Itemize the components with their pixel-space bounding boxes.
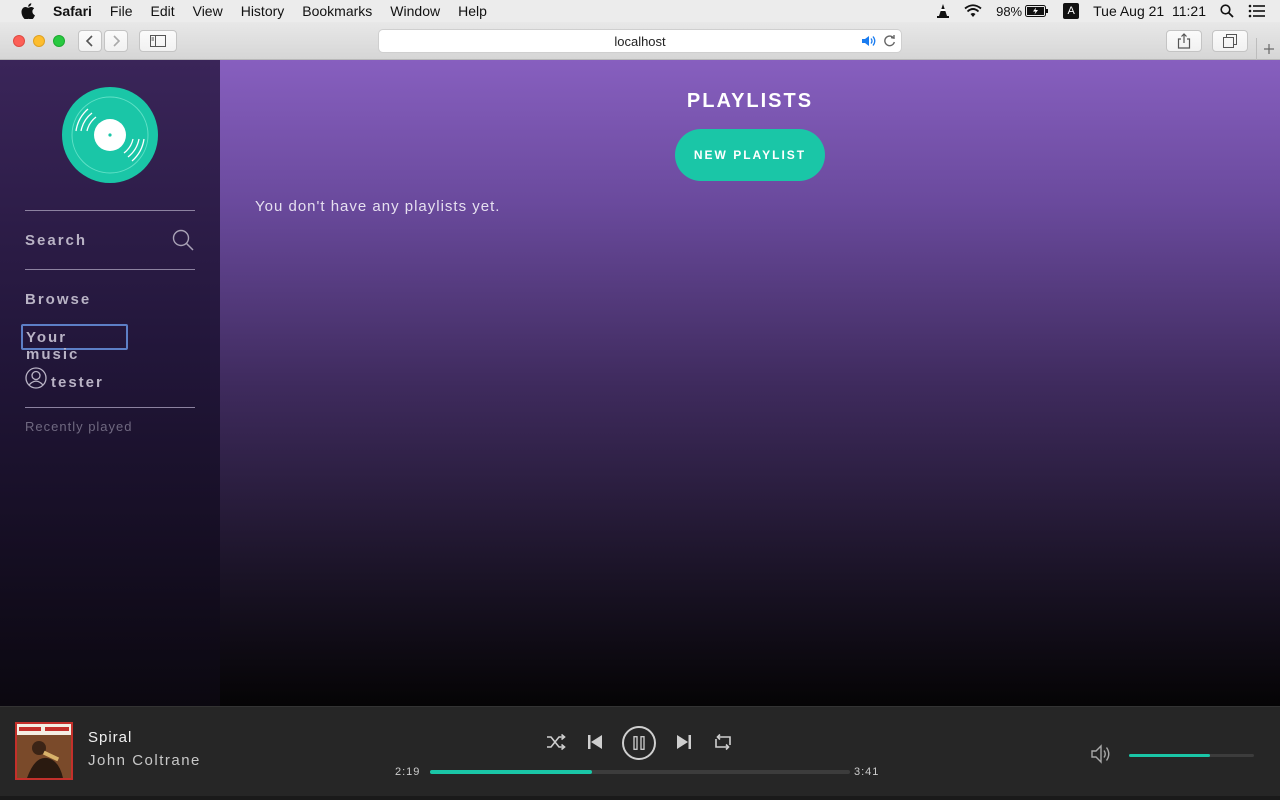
wifi-icon[interactable] [964,4,982,18]
recently-played-heading: Recently played [25,419,133,434]
album-art[interactable] [15,722,73,780]
next-icon [677,735,691,749]
sidebar-divider [25,269,195,270]
battery-icon[interactable] [1025,5,1049,17]
track-artist[interactable]: John Coltrane [88,752,201,769]
back-button[interactable] [78,30,102,52]
share-button[interactable] [1166,30,1202,52]
track-duration: 3:41 [854,766,880,778]
sidebar-divider [25,407,195,408]
nav-your-music[interactable]: Your music [21,324,128,363]
tabs-icon [1223,34,1237,48]
sidebar-search[interactable]: Search [25,228,195,254]
current-time: 2:19 [395,766,421,778]
sidebar: Search Browse Your music tester Recently… [0,60,220,706]
volume-icon[interactable] [1090,743,1114,770]
menu-help[interactable]: Help [458,3,487,19]
sidebar-divider [25,210,195,211]
zoom-window-button[interactable] [53,35,65,47]
empty-playlists-message: You don't have any playlists yet. [255,198,501,215]
repeat-icon [715,733,731,751]
repeat-button[interactable] [712,731,734,753]
vlc-cone-icon[interactable] [936,3,950,19]
progress-fill [430,770,592,774]
input-source-indicator[interactable]: A [1063,3,1080,19]
player-bar: Spiral John Coltrane 2:19 3:41 [0,706,1280,796]
audio-playing-icon[interactable] [861,35,877,50]
menu-file[interactable]: File [110,3,133,19]
menu-bookmarks[interactable]: Bookmarks [302,3,372,19]
minimize-window-button[interactable] [33,35,45,47]
progress-bar[interactable] [430,770,850,774]
shuffle-button[interactable] [545,731,567,753]
sidebar-toggle-button[interactable] [139,30,177,52]
menu-view[interactable]: View [193,3,223,19]
nav-user-profile[interactable]: tester [25,367,104,394]
track-title[interactable]: Spiral [88,729,132,746]
close-window-button[interactable] [13,35,25,47]
chevron-right-icon [113,35,121,47]
next-button[interactable] [674,731,694,753]
pause-icon [633,736,645,750]
previous-icon [588,735,602,749]
macos-menubar: Safari File Edit View History Bookmarks … [0,0,1280,22]
battery-percent: 98% [996,3,1023,19]
spotlight-icon[interactable] [1220,4,1234,18]
user-icon [25,367,47,394]
address-bar[interactable]: localhost [378,29,902,53]
search-icon[interactable] [171,228,195,257]
user-name[interactable]: tester [51,374,104,391]
menu-history[interactable]: History [241,3,285,19]
pause-button[interactable] [622,726,656,760]
page-title: PLAYLISTS [686,90,814,112]
forward-button[interactable] [104,30,128,52]
search-label[interactable]: Search [25,232,87,249]
menubar-clock[interactable]: Tue Aug 21 11:21 [1093,3,1206,19]
vinyl-logo[interactable] [62,87,158,183]
new-playlist-button[interactable]: NEW PLAYLIST [675,129,825,181]
shuffle-icon [547,733,566,751]
apple-icon[interactable] [20,3,36,19]
menu-edit[interactable]: Edit [150,3,174,19]
volume-fill [1129,754,1211,757]
tab-overview-button[interactable] [1212,30,1248,52]
browser-toolbar: localhost [0,22,1280,60]
url-text[interactable]: localhost [614,34,665,49]
plus-icon [1263,44,1274,54]
chevron-left-icon [85,35,93,47]
reload-icon[interactable] [883,34,896,51]
share-icon [1177,33,1191,49]
notification-center-icon[interactable] [1248,4,1266,18]
music-app: Search Browse Your music tester Recently… [0,60,1280,800]
new-tab-button[interactable] [1256,38,1280,60]
menu-window[interactable]: Window [390,3,440,19]
volume-slider[interactable] [1129,754,1254,757]
menu-app-name[interactable]: Safari [53,3,92,19]
main-content: PLAYLISTS NEW PLAYLIST You don't have an… [220,60,1280,706]
sidebar-icon [150,35,166,47]
previous-button[interactable] [585,731,605,753]
nav-browse[interactable]: Browse [25,291,91,308]
